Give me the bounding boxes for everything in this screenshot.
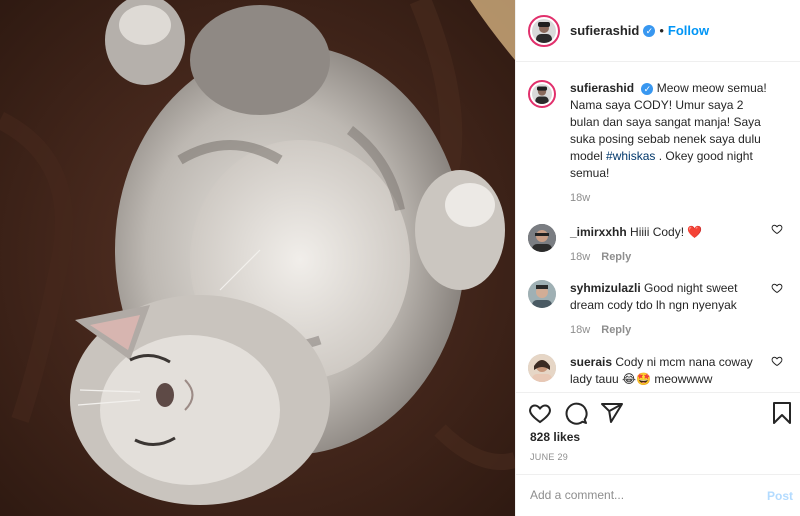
commenter-avatar[interactable] [528,280,556,308]
heart-emoji: ❤️ [687,225,703,239]
separator-dot: • [659,23,664,38]
add-comment-input[interactable] [530,485,750,505]
reply-button[interactable]: Reply [601,324,631,336]
comments-list[interactable]: sufierashid ✓ Meow meow semua! Nama saya… [516,62,800,392]
comment-item: suerais Cody ni mcm nana coway lady tauu… [528,336,789,388]
post-photo[interactable] [0,0,515,516]
caption-text: sufierashid ✓ Meow meow semua! Nama saya… [570,81,767,180]
caption-time: 18w [570,192,591,204]
reply-button[interactable]: Reply [601,251,631,263]
laugh-emoji: 😂🤩 [622,372,652,386]
likes-count[interactable]: 828 likes [530,430,580,444]
post-actions [516,392,800,425]
commenter-avatar[interactable] [528,224,556,252]
like-comment-heart-icon[interactable] [771,355,783,367]
post-comment-button[interactable]: Post [767,489,793,503]
commenter-avatar[interactable] [528,354,556,382]
heart-icon[interactable] [528,401,552,425]
follow-button[interactable]: Follow [668,23,709,38]
comment-item: syhmizulazli Good night sweet dream cody… [528,263,789,336]
post-date: JUNE 29 [530,452,569,462]
commenter-username[interactable]: syhmizulazli [570,281,641,295]
post-details-panel: sufierashid ✓ • Follow sufierashid ✓ Meo… [515,0,800,516]
like-comment-heart-icon[interactable] [771,223,783,235]
caption-username[interactable]: sufierashid [570,81,634,95]
like-comment-heart-icon[interactable] [771,282,783,294]
bookmark-icon[interactable] [770,401,794,425]
comment-item: _imirxxhh Hiiii Cody! ❤️ 18w Reply [528,204,789,263]
verified-icon: ✓ [641,82,654,95]
comment-icon[interactable] [564,401,588,425]
author-username[interactable]: sufierashid [570,23,639,38]
add-comment-bar: Post [516,474,800,516]
commenter-username[interactable]: suerais [570,355,612,369]
caption: sufierashid ✓ Meow meow semua! Nama saya… [528,62,789,204]
post-header: sufierashid ✓ • Follow [516,0,800,62]
verified-icon: ✓ [643,24,656,37]
author-avatar[interactable] [528,14,560,47]
share-icon[interactable] [600,401,624,425]
hashtag-link[interactable]: #whiskas [606,149,655,163]
commenter-username[interactable]: _imirxxhh [570,225,627,239]
caption-avatar[interactable] [528,80,556,108]
